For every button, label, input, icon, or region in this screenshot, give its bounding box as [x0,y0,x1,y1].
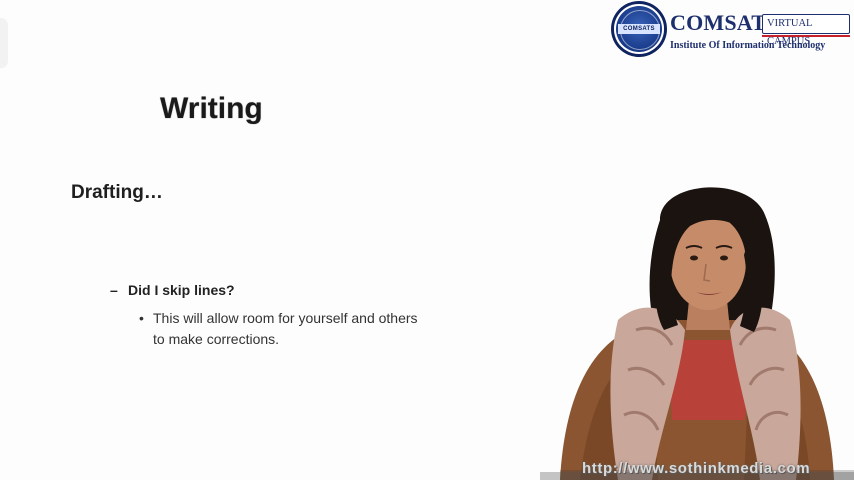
logo-subtitle: Institute Of Information Technology [670,40,826,51]
slide-canvas: COMSATS COMSATS VIRTUAL CAMPUS Institute… [0,0,854,480]
dash-marker: – [110,282,118,298]
question-text: Did I skip lines? [128,282,235,298]
watermark-text: http://www.sothinkmedia.com [582,460,811,477]
bullet-line-2: to make corrections. [153,331,280,347]
slide-subheading: Drafting… [71,182,163,203]
bullet-item: • This will allow room for yourself and … [139,308,479,350]
comsats-logo: COMSATS COMSATS VIRTUAL CAMPUS Institute… [614,4,850,58]
logo-badge: VIRTUAL CAMPUS [762,14,850,47]
presenter-image [540,187,854,480]
bullet-marker: • [139,310,144,326]
slide-title: Writing [160,92,263,125]
bullet-line-1: This will allow room for yourself and ot… [153,310,418,326]
logo-underline [762,35,850,37]
seal-text: COMSATS [623,26,655,32]
comsats-seal-icon: COMSATS [614,4,664,54]
edge-tab [0,18,8,68]
question-item: – Did I skip lines? [110,282,235,298]
